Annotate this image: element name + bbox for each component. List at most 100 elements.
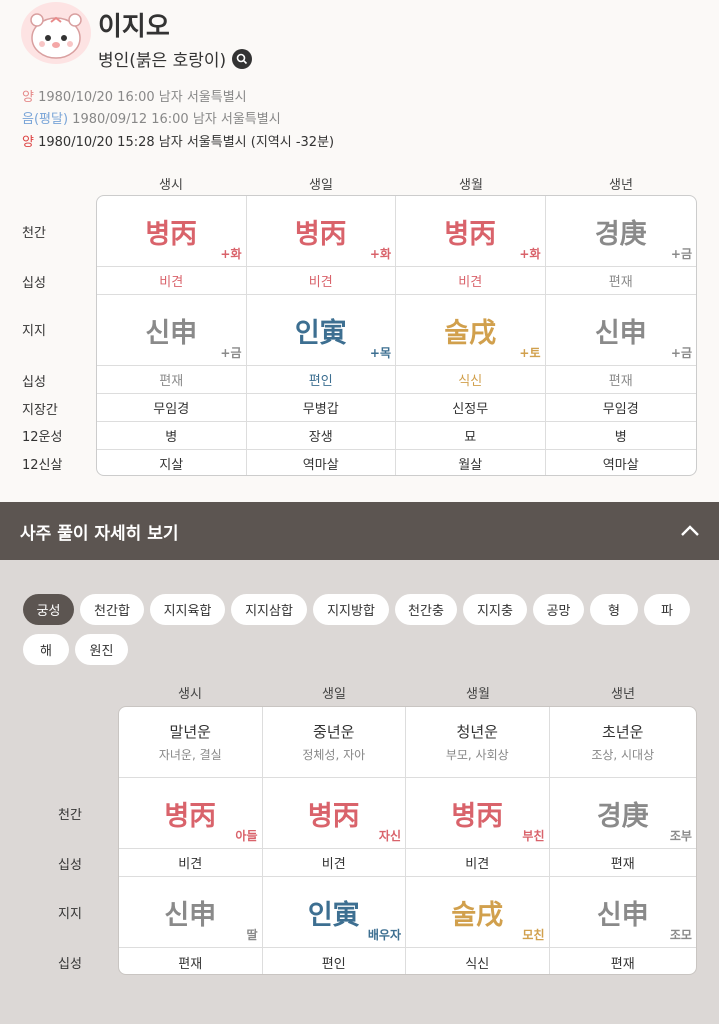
table-row: 병丙 +화 병丙 +화 병丙 +화 경庚 +금 [97, 196, 696, 267]
cheongan-char: 경庚 [596, 800, 649, 832]
chip-gongmang[interactable]: 공망 [533, 594, 584, 625]
sipseong-cell: 편재 [608, 374, 633, 389]
sipseong-cell: 편재 [610, 956, 635, 972]
relation-tag: 부친 [522, 829, 545, 843]
period-desc: 부모, 사회상 [445, 748, 509, 762]
period-title: 말년운 [169, 723, 211, 741]
chip-jiji-banghap[interactable]: 지지방합 [313, 594, 389, 625]
chevron-up-icon[interactable] [679, 520, 701, 542]
sinsal-cell: 지살 [97, 450, 247, 475]
period-title: 청년운 [456, 723, 498, 741]
element-tag: +화 [369, 247, 391, 261]
col-head-month: 생월 [459, 178, 483, 193]
detail-bar-title: 사주 풀이 자세히 보기 [20, 523, 179, 544]
sipseong-cell: 편재 [608, 275, 633, 290]
detail-toggle-bar[interactable]: 사주 풀이 자세히 보기 [0, 502, 719, 560]
col-head-month-2: 생월 [466, 687, 490, 702]
col-head-hour: 생시 [159, 178, 183, 193]
chip-hae[interactable]: 해 [23, 634, 69, 665]
jiji-cell[interactable]: 신申 +금 [97, 295, 247, 365]
jiji-char: 인寅 [307, 899, 360, 931]
sipseong-cell: 비견 [119, 849, 263, 876]
jiji-char: 술戌 [451, 899, 504, 931]
element-tag: +토 [519, 346, 541, 360]
jiji-cell[interactable]: 신申 조모 [550, 877, 696, 947]
col-head-year: 생년 [609, 178, 633, 193]
sinsal-cell: 월살 [396, 450, 546, 475]
col-head-day: 생일 [309, 178, 333, 193]
sinsal-cell: 역마살 [247, 450, 396, 475]
jiji-cell[interactable]: 신申 +금 [546, 295, 697, 365]
jiji-char: 인寅 [294, 317, 347, 349]
cheongan-char: 병丙 [444, 218, 497, 250]
jijanggan-cell: 무병갑 [247, 394, 396, 421]
sipseong-cell: 편인 [247, 366, 396, 393]
period-cell: 중년운 정체성, 자아 [263, 707, 406, 777]
chip-cheongan-chung[interactable]: 천간충 [395, 594, 457, 625]
relation-tag: 딸 [246, 928, 258, 942]
avatar [21, 2, 91, 64]
jiji-char: 신申 [596, 899, 649, 931]
table-row: 말년운자녀운, 결실 중년운 정체성, 자아 청년운부모, 사회상 초년운 조상, … [119, 707, 696, 778]
cheongan-cell[interactable]: 병丙 자신 [263, 778, 406, 848]
chip-gungseong[interactable]: 궁성 [23, 594, 74, 625]
chip-cheongan-hap[interactable]: 천간합 [80, 594, 144, 625]
jiji-cell[interactable]: 술戌 +토 [396, 295, 546, 365]
sipseong-cell: 비견 [97, 267, 247, 294]
row-label-cheongan: 천간 [22, 226, 46, 241]
chip-hyeong[interactable]: 형 [590, 594, 638, 625]
solar-text: 1980/10/20 16:00 남자 서울특별시 [38, 90, 247, 105]
chip-jiji-samhap[interactable]: 지지삼합 [231, 594, 307, 625]
cheongan-cell[interactable]: 병丙 +화 [247, 196, 396, 266]
unseong-cell: 병 [614, 430, 627, 445]
cheongan-cell[interactable]: 병丙 +화 [97, 196, 247, 266]
gungseong-table: 말년운자녀운, 결실 중년운 정체성, 자아 청년운부모, 사회상 초년운 조상, … [118, 706, 697, 975]
jiji-cell[interactable]: 인寅 +목 [247, 295, 396, 365]
cheongan-char: 경庚 [594, 218, 647, 250]
jiji-cell[interactable]: 술戌 모친 [406, 877, 550, 947]
corrected-text: 1980/10/20 15:28 남자 서울특별시 (지역시 -32분) [38, 135, 335, 150]
relation-tag: 자신 [378, 829, 401, 843]
cheongan-cell[interactable]: 병丙 아들 [119, 778, 263, 848]
chip-pa[interactable]: 파 [644, 594, 690, 625]
period-cell: 초년운 조상, 시대상 [550, 707, 696, 777]
period-desc: 자녀운, 결실 [158, 748, 222, 762]
cheongan-cell[interactable]: 경庚 +금 [546, 196, 697, 266]
cheongan-cell[interactable]: 병丙 부친 [406, 778, 550, 848]
period-cell: 청년운부모, 사회상 [406, 707, 550, 777]
solar-tag: 양 [22, 90, 34, 105]
row-label-sinsal: 12신살 [22, 458, 63, 473]
chip-jiji-yukhap[interactable]: 지지육합 [150, 594, 225, 625]
table-row: 지살 역마살 월살 역마살 [97, 450, 696, 475]
cheongan-cell[interactable]: 경庚 조부 [550, 778, 696, 848]
element-tag: +금 [670, 247, 692, 261]
cheongan-cell[interactable]: 병丙 +화 [396, 196, 546, 266]
table-row: 병 장생 묘 병 [97, 422, 696, 450]
sipseong-cell: 식신 [406, 948, 550, 974]
chip-jiji-chung[interactable]: 지지충 [463, 594, 527, 625]
relation-tag: 조모 [669, 928, 692, 942]
cheongan-char: 병丙 [451, 800, 504, 832]
cheongan-char: 병丙 [307, 800, 360, 832]
jiji-cell[interactable]: 인寅 배우자 [263, 877, 406, 947]
col-head-year-2: 생년 [611, 687, 635, 702]
sipseong-cell: 비견 [396, 267, 546, 294]
table-row: 편재 편인 식신 편재 [119, 948, 696, 974]
jiji-char: 신申 [594, 317, 647, 349]
unseong-cell: 묘 [396, 422, 546, 449]
element-tag: +금 [670, 346, 692, 360]
table-row: 편재 편인 식신 편재 [97, 366, 696, 394]
chip-wonjin[interactable]: 원진 [75, 634, 128, 665]
cheongan-char: 병丙 [294, 218, 347, 250]
jiji-cell[interactable]: 신申 딸 [119, 877, 263, 947]
element-tag: +목 [369, 346, 391, 360]
profile-name: 이지오 [98, 12, 170, 42]
row-label-cheongan-2: 천간 [58, 808, 82, 823]
unseong-cell: 병 [97, 422, 247, 449]
period-desc: 조상, 시대상 [591, 748, 655, 762]
row-label-sipseong: 십성 [22, 276, 46, 291]
period-title: 중년운 [313, 723, 355, 741]
search-icon[interactable] [232, 48, 253, 69]
sipseong-cell: 식신 [396, 366, 546, 393]
corrected-tag: 양 [22, 135, 34, 150]
